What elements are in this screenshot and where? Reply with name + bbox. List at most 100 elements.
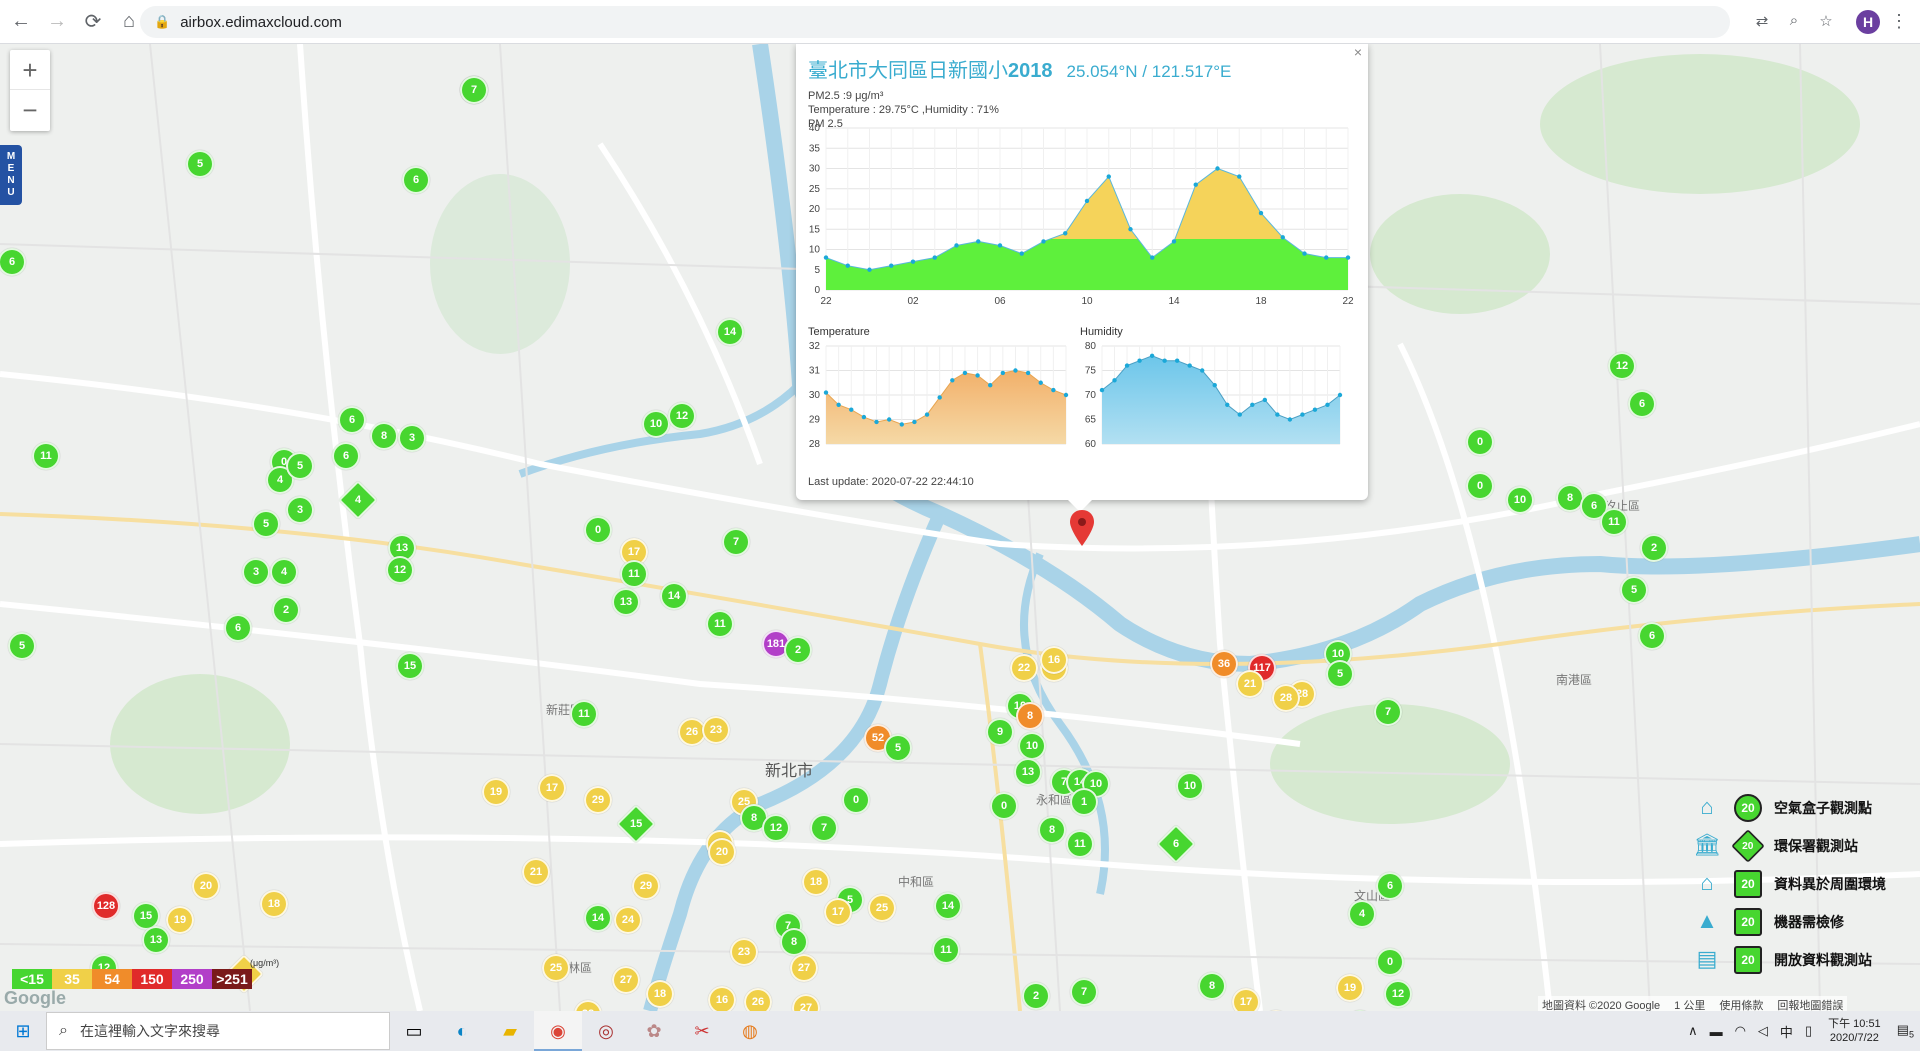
station-marker[interactable]: 3 <box>286 496 314 524</box>
station-marker[interactable]: 16 <box>708 986 736 1011</box>
station-marker[interactable]: 29 <box>632 872 660 900</box>
station-marker[interactable]: 28 <box>574 1000 602 1011</box>
profile-avatar[interactable]: H <box>1856 10 1880 34</box>
notification-icon[interactable]: ▤5 <box>1897 1022 1914 1040</box>
station-marker[interactable]: 5 <box>8 632 36 660</box>
station-marker[interactable]: 19 <box>482 778 510 806</box>
station-marker[interactable]: 0 <box>842 786 870 814</box>
input-mode-icon[interactable]: ▯ <box>1805 1023 1812 1039</box>
station-marker[interactable]: 0 <box>584 516 612 544</box>
station-marker[interactable]: 17 <box>538 774 566 802</box>
station-marker[interactable]: 128 <box>92 892 120 920</box>
station-marker[interactable]: 6 <box>0 248 26 276</box>
speaker-icon[interactable]: ◁ <box>1758 1023 1768 1039</box>
station-marker[interactable]: 25 <box>868 894 896 922</box>
station-marker[interactable]: 5 <box>286 452 314 480</box>
station-marker[interactable]: 12 <box>1608 352 1636 380</box>
station-marker[interactable]: 2 <box>1640 534 1668 562</box>
station-marker[interactable]: 25 <box>542 954 570 982</box>
station-marker[interactable]: 23 <box>730 938 758 966</box>
station-marker[interactable]: 2 <box>1022 982 1050 1010</box>
station-marker[interactable]: 6 <box>1156 824 1196 864</box>
station-marker[interactable]: 4 <box>270 558 298 586</box>
chrome-icon[interactable]: ◉ <box>534 1011 582 1051</box>
address-bar[interactable]: 🔒 airbox.edimaxcloud.com <box>140 6 1730 38</box>
menu-kebab-icon[interactable]: ⋮ <box>1890 11 1908 32</box>
station-marker[interactable]: 18 <box>260 890 288 918</box>
station-marker[interactable]: 12 <box>762 814 790 842</box>
station-marker[interactable]: 17 <box>824 898 852 926</box>
station-marker[interactable]: 11 <box>32 442 60 470</box>
close-icon[interactable]: × <box>1354 44 1362 60</box>
station-marker[interactable]: 7 <box>1070 978 1098 1006</box>
bookmark-star-icon[interactable]: ☆ <box>1816 12 1836 32</box>
station-marker[interactable]: 29 <box>584 786 612 814</box>
ime-indicator[interactable]: 中 <box>1780 1022 1793 1041</box>
station-marker[interactable]: 27 <box>790 954 818 982</box>
station-marker[interactable]: 28 <box>1272 684 1300 712</box>
battery-icon[interactable]: ▬ <box>1710 1024 1723 1039</box>
station-marker[interactable]: 20 <box>708 838 736 866</box>
station-marker[interactable]: 10 <box>1176 772 1204 800</box>
station-marker[interactable]: 14 <box>716 318 744 346</box>
app-icon-2[interactable]: ✿ <box>630 1011 678 1051</box>
clock[interactable]: 下午 10:51 2020/7/22 <box>1828 1017 1881 1045</box>
station-marker[interactable]: 19 <box>166 906 194 934</box>
station-marker[interactable]: 8 <box>370 422 398 450</box>
wifi-icon[interactable]: ◠ <box>1735 1023 1746 1039</box>
station-marker[interactable]: 15 <box>396 652 424 680</box>
station-marker[interactable]: 10 <box>1506 486 1534 514</box>
menu-tab[interactable]: MENU <box>0 145 22 205</box>
reload-icon[interactable]: ⟳ <box>78 7 108 37</box>
station-marker[interactable]: 11 <box>1066 830 1094 858</box>
station-marker[interactable]: 11 <box>932 936 960 964</box>
station-marker[interactable]: 6 <box>332 442 360 470</box>
station-marker[interactable]: 12 <box>668 402 696 430</box>
station-marker[interactable]: 22 <box>1010 654 1038 682</box>
forward-icon[interactable]: → <box>42 7 72 37</box>
station-marker[interactable]: 13 <box>612 588 640 616</box>
station-marker[interactable]: 6 <box>224 614 252 642</box>
station-marker[interactable]: 12 <box>386 556 414 584</box>
zoom-out-button[interactable]: − <box>10 90 50 130</box>
station-marker[interactable]: 5 <box>186 150 214 178</box>
station-marker[interactable]: 12 <box>1384 980 1412 1008</box>
location-pin-icon[interactable] <box>1070 510 1094 546</box>
station-marker[interactable]: 7 <box>810 814 838 842</box>
station-marker[interactable]: 15 <box>616 804 656 844</box>
station-marker[interactable]: 10 <box>1018 732 1046 760</box>
station-marker[interactable]: 6 <box>402 166 430 194</box>
back-icon[interactable]: ← <box>6 7 36 37</box>
app-icon-1[interactable]: ◎ <box>582 1011 630 1051</box>
station-marker[interactable]: 18 <box>646 980 674 1008</box>
translate-icon[interactable]: ⇄ <box>1752 12 1772 32</box>
report-link[interactable]: 回報地圖錯誤 <box>1777 997 1843 1011</box>
station-marker[interactable]: 5 <box>252 510 280 538</box>
station-marker[interactable]: 8 <box>1038 816 1066 844</box>
station-marker[interactable]: 7 <box>460 76 488 104</box>
station-marker[interactable]: 20 <box>192 872 220 900</box>
terms-link[interactable]: 使用條款 <box>1719 997 1763 1011</box>
app-icon-3[interactable]: ✂ <box>678 1011 726 1051</box>
station-marker[interactable]: 14 <box>584 904 612 932</box>
station-marker[interactable]: 0 <box>1376 948 1404 976</box>
station-marker[interactable]: 7 <box>722 528 750 556</box>
station-marker[interactable]: 11 <box>620 560 648 588</box>
edge-icon[interactable]: ◐ <box>438 1011 486 1051</box>
station-marker[interactable]: 18 <box>802 868 830 896</box>
station-marker[interactable]: 6 <box>1376 872 1404 900</box>
station-marker[interactable]: 2 <box>272 596 300 624</box>
station-marker[interactable]: 0 <box>990 792 1018 820</box>
station-marker[interactable]: 3 <box>398 424 426 452</box>
map-view[interactable]: 新北市 汐止區 南港區 文山區 中和區 新莊區 永和區 樹林區 24956614… <box>0 44 1920 1011</box>
station-marker[interactable]: 1 <box>1070 788 1098 816</box>
station-marker[interactable]: 26 <box>744 988 772 1011</box>
station-marker[interactable]: 13 <box>142 926 170 954</box>
station-marker[interactable]: 9 <box>986 718 1014 746</box>
station-marker[interactable]: 6 <box>1628 390 1656 418</box>
windows-start-icon[interactable]: ⊞ <box>0 1011 46 1051</box>
station-marker[interactable]: 5 <box>884 734 912 762</box>
station-marker[interactable]: 13 <box>1014 758 1042 786</box>
station-marker[interactable]: 11 <box>570 700 598 728</box>
station-marker[interactable]: 11 <box>1600 508 1628 536</box>
